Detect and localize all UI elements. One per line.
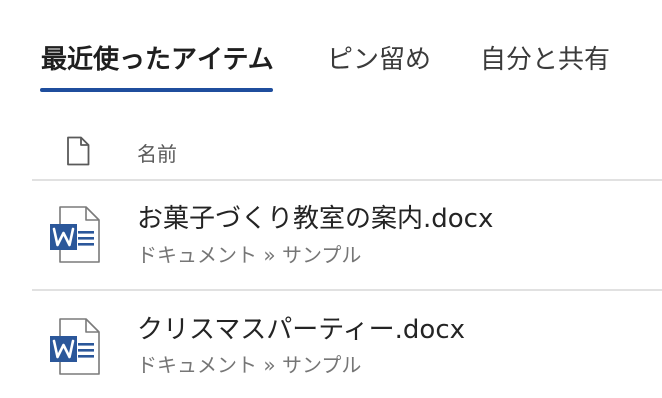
file-name[interactable]: お菓子づくり教室の案内.docx [137,203,493,235]
tab-bar: 最近使ったアイテム ピン留め 自分と共有 [0,0,662,100]
list-header: 名前 [0,122,662,180]
word-document-icon [50,206,100,263]
tab-pinned[interactable]: ピン留め [327,44,431,76]
file-row[interactable]: クリスマスパーティー.docx ドキュメント » サンプル [0,290,662,398]
word-document-icon [50,318,100,375]
name-column-header[interactable]: 名前 [137,138,177,167]
file-name[interactable]: クリスマスパーティー.docx [137,314,465,346]
file-path: ドキュメント » サンプル [137,243,362,267]
active-tab-indicator [40,88,273,92]
file-path: ドキュメント » サンプル [137,353,362,377]
file-row[interactable]: お菓子づくり教室の案内.docx ドキュメント » サンプル [0,180,662,288]
tab-recent-items[interactable]: 最近使ったアイテム [41,44,274,76]
document-icon[interactable] [65,136,91,166]
tab-shared-with-me[interactable]: 自分と共有 [480,44,610,76]
